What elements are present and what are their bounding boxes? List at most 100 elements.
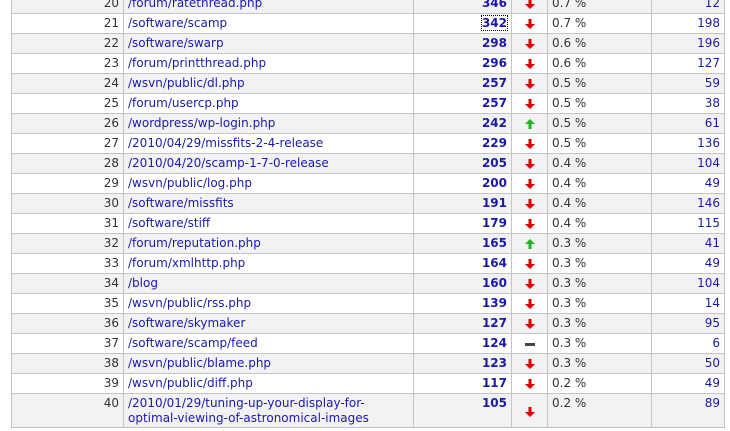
page-url-link[interactable]: /software/missfits (128, 196, 234, 210)
percent-cell: 0.4 % (547, 153, 652, 174)
page-url-link[interactable]: /software/skymaker (128, 316, 245, 330)
trend-cell (511, 73, 548, 94)
hits-value[interactable]: 191 (482, 196, 507, 210)
page-url-link[interactable]: /software/scamp (128, 16, 227, 30)
percent-cell: 0.7 % (547, 13, 652, 34)
rank-cell: 37 (11, 333, 124, 354)
page-url-link[interactable]: /software/swarp (128, 36, 224, 50)
page-url-link[interactable]: /wsvn/public/rss.php (128, 296, 251, 310)
hits-value[interactable]: 127 (482, 316, 507, 330)
trend-cell (511, 353, 548, 374)
visitors-link[interactable]: 41 (705, 236, 720, 250)
page-url-link[interactable]: /2010/01/29/tuning-up-your-display-for-o… (128, 396, 369, 425)
visitors-link[interactable]: 198 (697, 16, 720, 30)
page-url-link[interactable]: /forum/ratethread.php (128, 0, 262, 10)
hits-value[interactable]: 257 (482, 96, 507, 110)
visitors-link[interactable]: 12 (705, 0, 720, 10)
visitors-link[interactable]: 136 (697, 136, 720, 150)
visitors-cell: 6 (651, 333, 725, 354)
page-url-link[interactable]: /wsvn/public/diff.php (128, 376, 253, 390)
percent-cell: 0.3 % (547, 233, 652, 254)
url-cell: /wsvn/public/diff.php (123, 373, 414, 394)
hits-value[interactable]: 123 (482, 356, 507, 370)
hits-value[interactable]: 139 (482, 296, 507, 310)
url-cell: /2010/01/29/tuning-up-your-display-for-o… (123, 393, 414, 428)
visitors-link[interactable]: 196 (697, 36, 720, 50)
hits-value[interactable]: 342 (480, 15, 509, 31)
visitors-link[interactable]: 59 (705, 76, 720, 90)
page-url-link[interactable]: /forum/reputation.php (128, 236, 261, 250)
trend-cell (511, 193, 548, 214)
hits-cell: 191 (413, 193, 512, 214)
page-url-link[interactable]: /2010/04/20/scamp-1-7-0-release (128, 156, 329, 170)
url-cell: /2010/04/20/scamp-1-7-0-release (123, 153, 414, 174)
visitors-link[interactable]: 49 (705, 256, 720, 270)
page-url-link[interactable]: /software/scamp/feed (128, 336, 258, 350)
page-url-link[interactable]: /wsvn/public/log.php (128, 176, 252, 190)
hits-value[interactable]: 242 (482, 116, 507, 130)
page-url-link[interactable]: /forum/xmlhttp.php (128, 256, 245, 270)
page-url-link[interactable]: /wordpress/wp-login.php (128, 116, 275, 130)
visitors-link[interactable]: 38 (705, 96, 720, 110)
arrow-down-icon (524, 318, 535, 329)
visitors-link[interactable]: 95 (705, 316, 720, 330)
visitors-link[interactable]: 61 (705, 116, 720, 130)
visitors-link[interactable]: 104 (697, 276, 720, 290)
page-url-link[interactable]: /wsvn/public/dl.php (128, 76, 245, 90)
arrow-down-icon (524, 358, 535, 369)
table-row: 39 /wsvn/public/diff.php 117 0.2 % 49 (11, 373, 725, 394)
hits-value[interactable]: 165 (482, 236, 507, 250)
visitors-cell: 38 (651, 93, 725, 114)
hits-value[interactable]: 124 (482, 336, 507, 350)
visitors-link[interactable]: 127 (697, 56, 720, 70)
visitors-link[interactable]: 49 (705, 376, 720, 390)
visitors-link[interactable]: 104 (697, 156, 720, 170)
page-url-link[interactable]: /blog (128, 276, 158, 290)
url-cell: /software/swarp (123, 33, 414, 54)
hits-value[interactable]: 105 (482, 396, 507, 410)
url-cell: /wsvn/public/dl.php (123, 73, 414, 94)
page-url-link[interactable]: /software/stiff (128, 216, 210, 230)
visitors-link[interactable]: 49 (705, 176, 720, 190)
table-row: 21 /software/scamp 342 0.7 % 198 (11, 13, 725, 34)
arrow-down-icon (524, 158, 535, 169)
table-row: 22 /software/swarp 298 0.6 % 196 (11, 33, 725, 54)
visitors-cell: 95 (651, 313, 725, 334)
hits-value[interactable]: 205 (482, 156, 507, 170)
hits-value[interactable]: 346 (482, 0, 507, 10)
rank-cell: 36 (11, 313, 124, 334)
visitors-cell: 196 (651, 33, 725, 54)
hits-value[interactable]: 200 (482, 176, 507, 190)
url-cell: /wordpress/wp-login.php (123, 113, 414, 134)
hits-value[interactable]: 298 (482, 36, 507, 50)
hits-value[interactable]: 229 (482, 136, 507, 150)
hits-value[interactable]: 160 (482, 276, 507, 290)
hits-value[interactable]: 164 (482, 256, 507, 270)
stats-table-container: 20 /forum/ratethread.php 346 0.7 % 12 21… (11, 0, 725, 428)
trend-cell (511, 53, 548, 74)
hits-value[interactable]: 117 (482, 376, 507, 390)
page-url-link[interactable]: /forum/printthread.php (128, 56, 266, 70)
visitors-link[interactable]: 50 (705, 356, 720, 370)
visitors-link[interactable]: 146 (697, 196, 720, 210)
visitors-cell: 14 (651, 293, 725, 314)
hits-cell: 179 (413, 213, 512, 234)
visitors-link[interactable]: 115 (697, 216, 720, 230)
hits-value[interactable]: 257 (482, 76, 507, 90)
visitors-cell: 49 (651, 373, 725, 394)
percent-cell: 0.4 % (547, 173, 652, 194)
table-row: 37 /software/scamp/feed 124 0.3 % 6 (11, 333, 725, 354)
page-url-link[interactable]: /forum/usercp.php (128, 96, 239, 110)
page-url-link[interactable]: /2010/04/29/missfits-2-4-release (128, 136, 323, 150)
table-row: 33 /forum/xmlhttp.php 164 0.3 % 49 (11, 253, 725, 274)
rank-cell: 22 (11, 33, 124, 54)
url-cell: /software/scamp (123, 13, 414, 34)
visitors-link[interactable]: 6 (712, 336, 720, 350)
visitors-link[interactable]: 14 (705, 296, 720, 310)
page-url-link[interactable]: /wsvn/public/blame.php (128, 356, 271, 370)
hits-value[interactable]: 179 (482, 216, 507, 230)
arrow-down-icon (524, 38, 535, 49)
percent-cell: 0.2 % (547, 373, 652, 394)
hits-value[interactable]: 296 (482, 56, 507, 70)
visitors-link[interactable]: 89 (705, 396, 720, 410)
